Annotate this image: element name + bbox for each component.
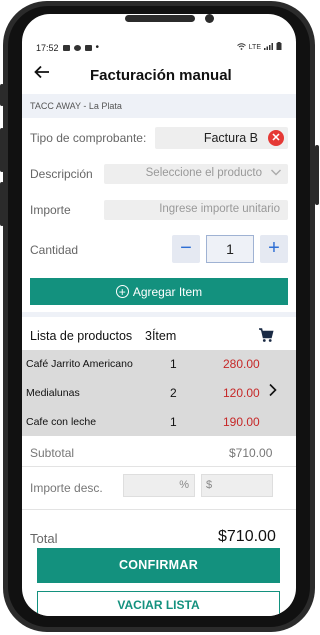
confirm-button[interactable]: CONFIRMAR [37, 548, 280, 583]
percent-symbol: % [179, 479, 189, 491]
item-price: 120.00 [223, 386, 260, 400]
divider [22, 509, 296, 510]
signal-icon [264, 42, 273, 52]
clear-icon[interactable]: ✕ [268, 130, 284, 146]
chevron-right-icon[interactable] [268, 383, 278, 401]
notification-icon [73, 44, 81, 51]
network-type: LTE [248, 43, 261, 51]
increment-button[interactable]: + [260, 235, 288, 263]
status-time: 17:52 [36, 42, 59, 53]
quantity-input[interactable]: 1 [206, 235, 254, 263]
descripcion-label: Descripción [30, 167, 93, 181]
app-screen: 17:52 • LTE Facturación manual TACC AWAY… [22, 14, 296, 616]
add-item-label: Agregar Item [132, 284, 203, 299]
add-item-button[interactable]: + Agregar Item [30, 278, 288, 305]
tipo-comprobante-label: Tipo de comprobante: [30, 131, 147, 145]
back-arrow-icon[interactable] [34, 64, 50, 85]
plus-circle-icon: + [115, 285, 129, 298]
notification-icon [62, 44, 70, 51]
section-divider [22, 312, 296, 317]
descripcion-placeholder: Seleccione el producto [145, 167, 262, 179]
store-name: TACC AWAY - La Plata [22, 94, 296, 118]
phone-side-button [0, 84, 4, 106]
notification-icon [84, 44, 92, 51]
importe-placeholder: Ingrese importe unitario [159, 203, 280, 215]
status-bar-right: LTE [236, 42, 282, 52]
item-qty: 1 [170, 415, 177, 429]
importe-input[interactable]: Ingrese importe unitario [104, 200, 288, 220]
list-item[interactable]: Café Jarrito Americano 1 280.00 [22, 350, 296, 378]
tipo-comprobante-value: Factura B [203, 131, 258, 145]
item-name: Café Jarrito Americano [26, 358, 133, 370]
phone-speaker [125, 15, 195, 22]
list-item[interactable]: Cafe con leche 1 190.00 [22, 408, 296, 436]
phone-power-button [315, 145, 319, 205]
discount-percent-input[interactable]: % [123, 474, 195, 497]
wifi-icon [236, 42, 246, 52]
divider [22, 466, 296, 467]
status-bar-left: 17:52 • [36, 42, 99, 53]
total-value: $710.00 [218, 528, 276, 545]
descripcion-select[interactable]: Seleccione el producto [104, 164, 288, 184]
cart-icon[interactable] [258, 327, 274, 343]
item-qty: 1 [170, 357, 177, 371]
subtotal-label: Subtotal [30, 446, 75, 460]
product-list: Café Jarrito Americano 1 280.00 Medialun… [22, 350, 296, 436]
dot-icon: • [95, 42, 100, 53]
importe-desc-label: Importe desc. [30, 481, 103, 495]
total-label: Total [30, 531, 58, 546]
decrement-button[interactable]: − [172, 235, 200, 263]
page-title: Facturación manual [90, 67, 232, 84]
item-price: 280.00 [223, 357, 260, 371]
app-bar: Facturación manual [22, 58, 296, 92]
tipo-comprobante-field[interactable]: Factura B ✕ [155, 127, 288, 149]
cantidad-label: Cantidad [30, 243, 79, 257]
item-qty: 2 [170, 386, 177, 400]
clear-list-button[interactable]: VACIAR LISTA [37, 591, 280, 616]
dollar-symbol: $ [206, 479, 213, 491]
battery-icon [276, 42, 282, 52]
discount-amount-input[interactable]: $ [201, 474, 273, 497]
phone-volume-up [0, 128, 4, 172]
item-name: Medialunas [26, 387, 80, 399]
phone-camera [205, 14, 214, 23]
product-count: 3Ítem [145, 329, 177, 343]
subtotal-value: $710.00 [229, 446, 273, 460]
list-item[interactable]: Medialunas 2 120.00 [22, 379, 296, 407]
chevron-down-icon [270, 166, 282, 181]
product-list-title: Lista de productos [30, 329, 133, 343]
phone-volume-down [0, 182, 4, 226]
importe-label: Importe [30, 203, 71, 217]
item-name: Cafe con leche [26, 416, 97, 428]
item-price: 190.00 [223, 415, 260, 429]
